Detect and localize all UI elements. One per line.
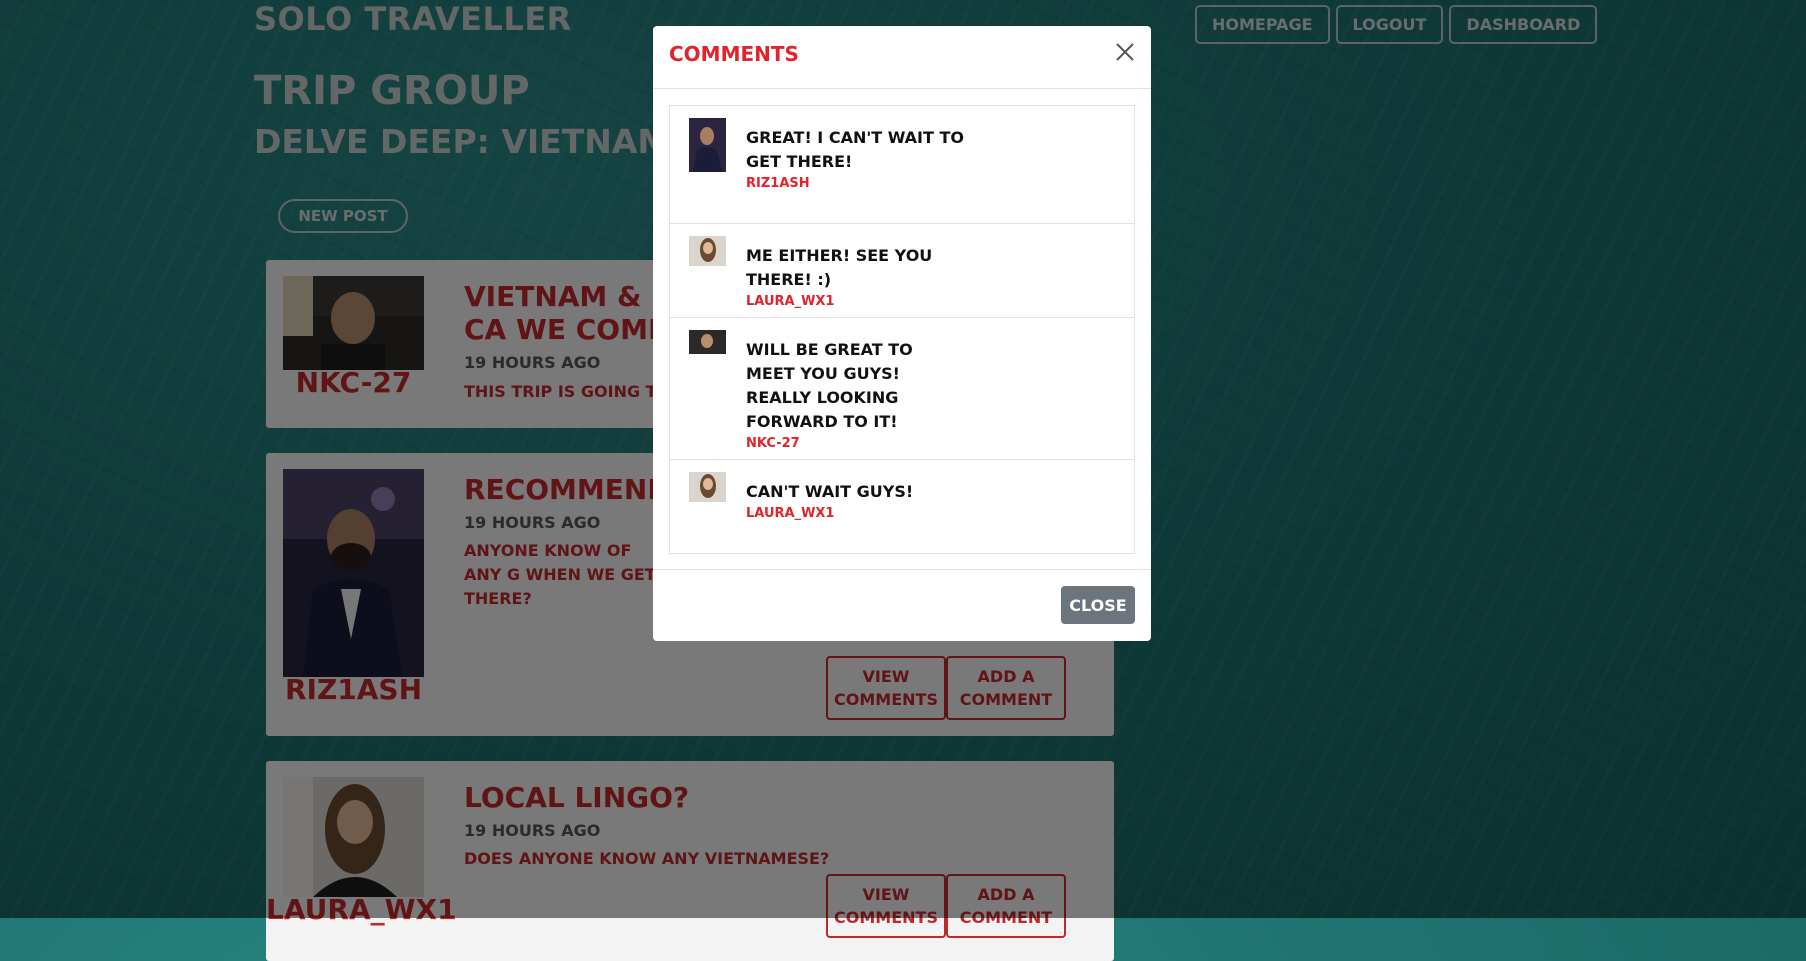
comments-modal: COMMENTS GREAT! I CAN'T WAIT TO GET THER… — [653, 26, 1151, 641]
comment-item: WILL BE GREAT TO MEET YOU GUYS! REALLY L… — [670, 318, 1134, 460]
close-button[interactable]: CLOSE — [1061, 586, 1135, 624]
user-avatar-riz1ash — [689, 118, 726, 172]
user-avatar-nkc27 — [689, 330, 726, 354]
close-icon[interactable] — [1113, 40, 1137, 64]
user-avatar-laura — [689, 472, 726, 502]
modal-body: GREAT! I CAN'T WAIT TO GET THERE! RIZ1AS… — [653, 89, 1151, 570]
comment-text: ME EITHER! SEE YOU THERE! :) — [746, 246, 933, 289]
comment-author[interactable]: NKC-27 — [746, 436, 1134, 451]
comment-item: GREAT! I CAN'T WAIT TO GET THERE! RIZ1AS… — [670, 106, 1134, 224]
comment-text: CAN'T WAIT GUYS! — [746, 482, 914, 501]
modal-title: COMMENTS — [669, 42, 799, 66]
comment-item: ME EITHER! SEE YOU THERE! :) LAURA_WX1 — [670, 224, 1134, 318]
comment-author[interactable]: LAURA_WX1 — [746, 506, 1134, 521]
modal-footer: CLOSE — [653, 569, 1151, 641]
comment-text: WILL BE GREAT TO MEET YOU GUYS! REALLY L… — [746, 340, 913, 431]
comment-item: CAN'T WAIT GUYS! LAURA_WX1 — [670, 460, 1134, 553]
comment-text: GREAT! I CAN'T WAIT TO GET THERE! — [746, 128, 964, 171]
user-avatar-laura — [689, 236, 726, 266]
comment-author[interactable]: LAURA_WX1 — [746, 294, 1134, 309]
modal-header: COMMENTS — [653, 26, 1151, 89]
comment-list: GREAT! I CAN'T WAIT TO GET THERE! RIZ1AS… — [669, 105, 1135, 554]
comment-author[interactable]: RIZ1ASH — [746, 176, 1134, 191]
